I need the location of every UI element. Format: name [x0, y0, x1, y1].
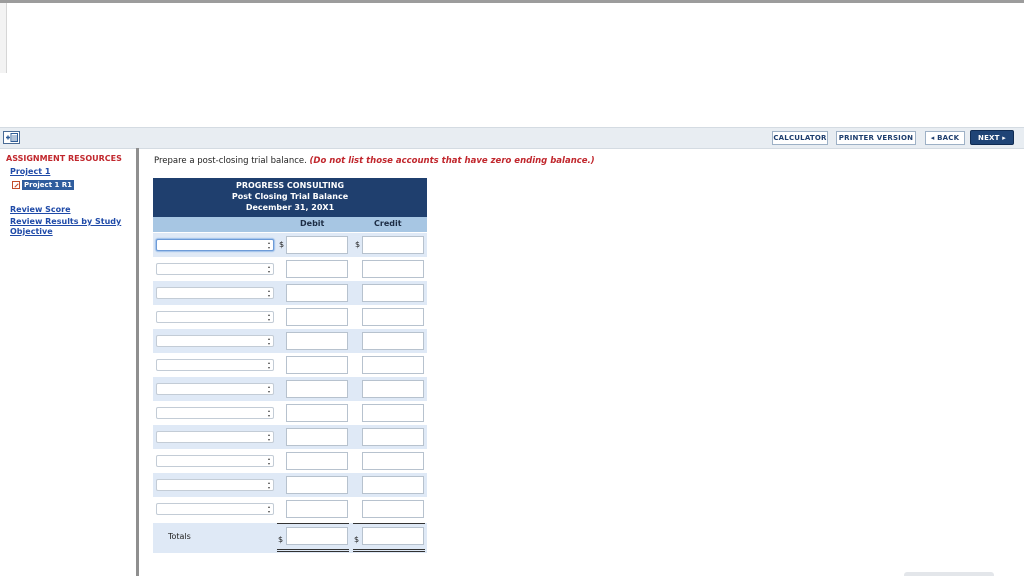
account-select[interactable] [156, 407, 274, 419]
debit-input[interactable] [286, 500, 348, 518]
next-button[interactable]: NEXT ▸ [970, 130, 1014, 145]
debit-column-header: Debit [300, 219, 325, 228]
table-row [153, 401, 427, 425]
column-headers: Debit Credit [153, 217, 427, 232]
totals-row: Totals $ $ [153, 523, 427, 553]
window-top-bar [0, 0, 1024, 3]
debit-input[interactable] [286, 356, 348, 374]
credit-input[interactable] [362, 500, 424, 518]
instructions-text: Prepare a post-closing trial balance. [154, 156, 307, 166]
expand-sidebar-icon[interactable] [3, 131, 20, 144]
totals-top-rule-debit [277, 523, 349, 524]
total-credit-input[interactable] [362, 527, 424, 545]
credit-input[interactable] [362, 236, 424, 254]
instructions-note: (Do not list those accounts that have ze… [309, 156, 595, 166]
account-select[interactable] [156, 431, 274, 443]
debit-input[interactable] [286, 284, 348, 302]
account-select[interactable] [156, 383, 274, 395]
table-row [153, 329, 427, 353]
totals-double-rule-credit [353, 551, 425, 552]
credit-input[interactable] [362, 284, 424, 302]
debit-input[interactable] [286, 452, 348, 470]
statement-date: December 31, 20X1 [245, 203, 335, 212]
table-row [153, 353, 427, 377]
review-results-link[interactable]: Review Results by Study Objective [10, 217, 130, 237]
totals-double-rule-credit [353, 549, 425, 550]
sidebar-item-label: Project 1 R1 [22, 180, 75, 190]
sidebar-item-project-1-r1[interactable]: Project 1 R1 [12, 180, 75, 190]
credit-input[interactable] [362, 380, 424, 398]
sidebar-divider [136, 148, 139, 576]
review-score-link[interactable]: Review Score [10, 205, 71, 214]
account-select[interactable] [156, 311, 274, 323]
account-select[interactable] [156, 479, 274, 491]
credit-input[interactable] [362, 476, 424, 494]
credit-input[interactable] [362, 332, 424, 350]
table-row [153, 473, 427, 497]
instructions: Prepare a post-closing trial balance. (D… [154, 156, 595, 166]
account-select[interactable] [156, 263, 274, 275]
debit-input[interactable] [286, 332, 348, 350]
credit-input[interactable] [362, 308, 424, 326]
account-select[interactable] [156, 455, 274, 467]
totals-double-rule-debit [277, 551, 349, 552]
debit-input[interactable] [286, 380, 348, 398]
table-row [153, 497, 427, 521]
edit-icon [12, 181, 20, 189]
totals-label: Totals [168, 532, 191, 541]
trial-balance-header: PROGRESS CONSULTING Post Closing Trial B… [153, 178, 427, 217]
statement-title: Post Closing Trial Balance [231, 192, 349, 201]
totals-top-rule-credit [353, 523, 425, 524]
credit-input[interactable] [362, 452, 424, 470]
account-select[interactable] [156, 503, 274, 515]
credit-column-header: Credit [374, 219, 402, 228]
credit-input[interactable] [362, 404, 424, 422]
assignment-resources-sidebar: ASSIGNMENT RESOURCES Project 1 Project 1… [0, 148, 136, 576]
debit-input[interactable] [286, 404, 348, 422]
credit-input[interactable] [362, 428, 424, 446]
account-select[interactable] [156, 287, 274, 299]
credit-input[interactable] [362, 356, 424, 374]
table-row [153, 281, 427, 305]
scroll-edge [904, 572, 994, 576]
account-select[interactable] [156, 359, 274, 371]
sidebar-title: ASSIGNMENT RESOURCES [6, 154, 122, 163]
table-row [153, 425, 427, 449]
table-row: $$ [153, 233, 427, 257]
back-button[interactable]: ◂ BACK [925, 131, 965, 145]
left-panel-stub [0, 3, 7, 73]
debit-input[interactable] [286, 428, 348, 446]
debit-input[interactable] [286, 260, 348, 278]
credit-input[interactable] [362, 260, 424, 278]
table-row [153, 305, 427, 329]
calculator-button[interactable]: CALCULATOR [772, 131, 828, 145]
currency-symbol: $ [279, 240, 285, 249]
table-row [153, 257, 427, 281]
sidebar-item-project-1[interactable]: Project 1 [10, 167, 50, 176]
debit-input[interactable] [286, 236, 348, 254]
currency-symbol: $ [355, 240, 361, 249]
currency-symbol: $ [354, 535, 360, 544]
account-select[interactable] [156, 239, 274, 251]
account-select[interactable] [156, 335, 274, 347]
table-row [153, 449, 427, 473]
currency-symbol: $ [278, 535, 284, 544]
totals-double-rule-debit [277, 549, 349, 550]
debit-input[interactable] [286, 308, 348, 326]
debit-input[interactable] [286, 476, 348, 494]
printer-version-button[interactable]: PRINTER VERSION [836, 131, 916, 145]
table-row [153, 377, 427, 401]
company-name: PROGRESS CONSULTING [235, 181, 345, 190]
assignment-toolbar: CALCULATOR PRINTER VERSION ◂ BACK NEXT ▸ [0, 127, 1024, 149]
total-debit-input[interactable] [286, 527, 348, 545]
